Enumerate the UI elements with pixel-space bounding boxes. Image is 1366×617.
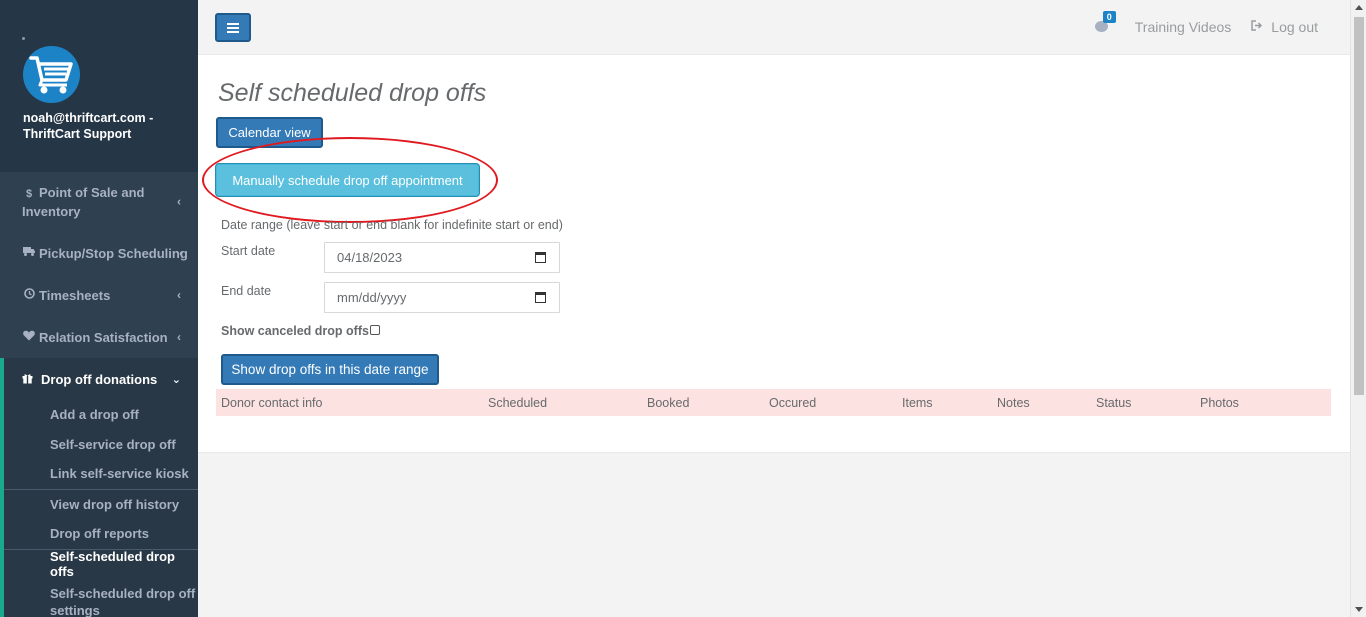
- sidebar-subitem-self-service[interactable]: Self-service drop off: [4, 430, 198, 460]
- end-date-input[interactable]: mm/dd/yyyy: [324, 282, 560, 313]
- scroll-down-icon[interactable]: [1355, 607, 1363, 612]
- dot-icon: [22, 37, 25, 40]
- calendar-icon[interactable]: [535, 252, 546, 263]
- chevron-left-icon: ‹: [177, 288, 181, 302]
- date-range-label: Date range (leave start or end blank for…: [221, 218, 563, 232]
- sidebar-subitem-link-kiosk[interactable]: Link self-service kiosk: [4, 459, 198, 489]
- scroll-thumb[interactable]: [1354, 17, 1364, 395]
- start-date-input[interactable]: 04/18/2023: [324, 242, 560, 273]
- chevron-down-icon: ⌄: [171, 373, 181, 386]
- top-right-links: 0 Training Videos Log out: [1093, 11, 1318, 37]
- show-canceled-checkbox[interactable]: [369, 324, 380, 335]
- sidebar-item-pickup[interactable]: Pickup/Stop Scheduling ‹: [0, 232, 198, 274]
- sidebar-item-label: Drop off donations: [41, 371, 158, 387]
- hamburger-icon: [227, 26, 239, 29]
- gift-icon: [22, 372, 36, 387]
- main-content: Self scheduled drop offs Calendar view M…: [198, 55, 1350, 453]
- profile-name[interactable]: noah@thriftcart.com - ThriftCart Support: [23, 110, 193, 142]
- sidebar: noah@thriftcart.com - ThriftCart Support…: [0, 0, 198, 617]
- profile-section: noah@thriftcart.com - ThriftCart Support: [0, 0, 198, 172]
- sidebar-subitem-add-drop-off[interactable]: Add a drop off: [4, 400, 198, 430]
- sidebar-subitem-self-scheduled[interactable]: Self-scheduled drop offs: [4, 549, 198, 579]
- sidebar-subitem-reports[interactable]: Drop off reports: [4, 519, 198, 549]
- chevron-left-icon: ‹: [177, 194, 181, 209]
- end-date-label: End date: [221, 284, 272, 298]
- page-title: Self scheduled drop offs: [218, 79, 487, 107]
- manual-schedule-button[interactable]: Manually schedule drop off appointment: [216, 164, 479, 196]
- show-drop-offs-button[interactable]: Show drop offs in this date range: [221, 354, 439, 385]
- calendar-view-button[interactable]: Calendar view: [216, 117, 323, 148]
- logout-link[interactable]: Log out: [1271, 19, 1318, 35]
- sidebar-item-drop-off-donations[interactable]: Drop off donations ⌄: [4, 358, 198, 400]
- sidebar-item-label: Pickup/Stop Scheduling: [39, 245, 188, 261]
- sidebar-section-drop-off: Drop off donations ⌄ Add a drop off Self…: [0, 358, 198, 617]
- calendar-icon[interactable]: [535, 292, 546, 303]
- messages-button[interactable]: 0: [1093, 11, 1116, 37]
- column-header: Items: [902, 396, 933, 410]
- sidebar-item-timesheets[interactable]: Timesheets ‹: [0, 274, 198, 316]
- scroll-up-icon[interactable]: [1355, 5, 1363, 10]
- sidebar-item-label: Relation Satisfaction: [39, 329, 168, 345]
- chevron-left-icon: ‹: [179, 246, 183, 260]
- top-navbar: 0 Training Videos Log out: [198, 0, 1350, 55]
- chevron-left-icon: ‹: [177, 330, 181, 344]
- column-header: Photos: [1200, 396, 1239, 410]
- sidebar-item-label: Point of Sale and Inventory: [22, 185, 145, 219]
- column-header: Donor contact info: [221, 396, 323, 410]
- sidebar-item-label: Timesheets: [39, 287, 111, 303]
- heart-icon: [22, 330, 36, 344]
- column-header: Occured: [769, 396, 817, 410]
- training-videos-link[interactable]: Training Videos: [1135, 19, 1232, 35]
- show-canceled-label: Show canceled drop offs: [221, 324, 369, 338]
- sidebar-subitem-self-scheduled-settings[interactable]: Self-scheduled drop off settings: [4, 579, 198, 617]
- column-header: Booked: [647, 396, 690, 410]
- column-header: Status: [1096, 396, 1132, 410]
- page-scrollbar[interactable]: [1350, 0, 1366, 617]
- sidebar-item-pos[interactable]: $ Point of Sale and Inventory ‹: [0, 172, 198, 232]
- column-header: Scheduled: [488, 396, 548, 410]
- messages-badge: 0: [1102, 11, 1116, 23]
- start-date-value: 04/18/2023: [337, 250, 403, 265]
- table-header-row: Donor contact info Scheduled Booked Occu…: [216, 389, 1331, 416]
- column-header: Notes: [997, 396, 1030, 410]
- start-date-label: Start date: [221, 244, 276, 258]
- clock-icon: [22, 288, 36, 302]
- show-canceled-row: Show canceled drop offs: [221, 324, 380, 338]
- menu-toggle-button[interactable]: [215, 13, 251, 42]
- cart-logo-icon[interactable]: [23, 46, 80, 103]
- sidebar-item-relation[interactable]: Relation Satisfaction ‹: [0, 316, 198, 358]
- dollar-icon: $: [25, 188, 33, 200]
- sign-out-icon: [1251, 20, 1263, 34]
- sidebar-subitem-history[interactable]: View drop off history: [4, 490, 198, 520]
- truck-icon: [22, 247, 36, 259]
- end-date-placeholder: mm/dd/yyyy: [337, 290, 407, 305]
